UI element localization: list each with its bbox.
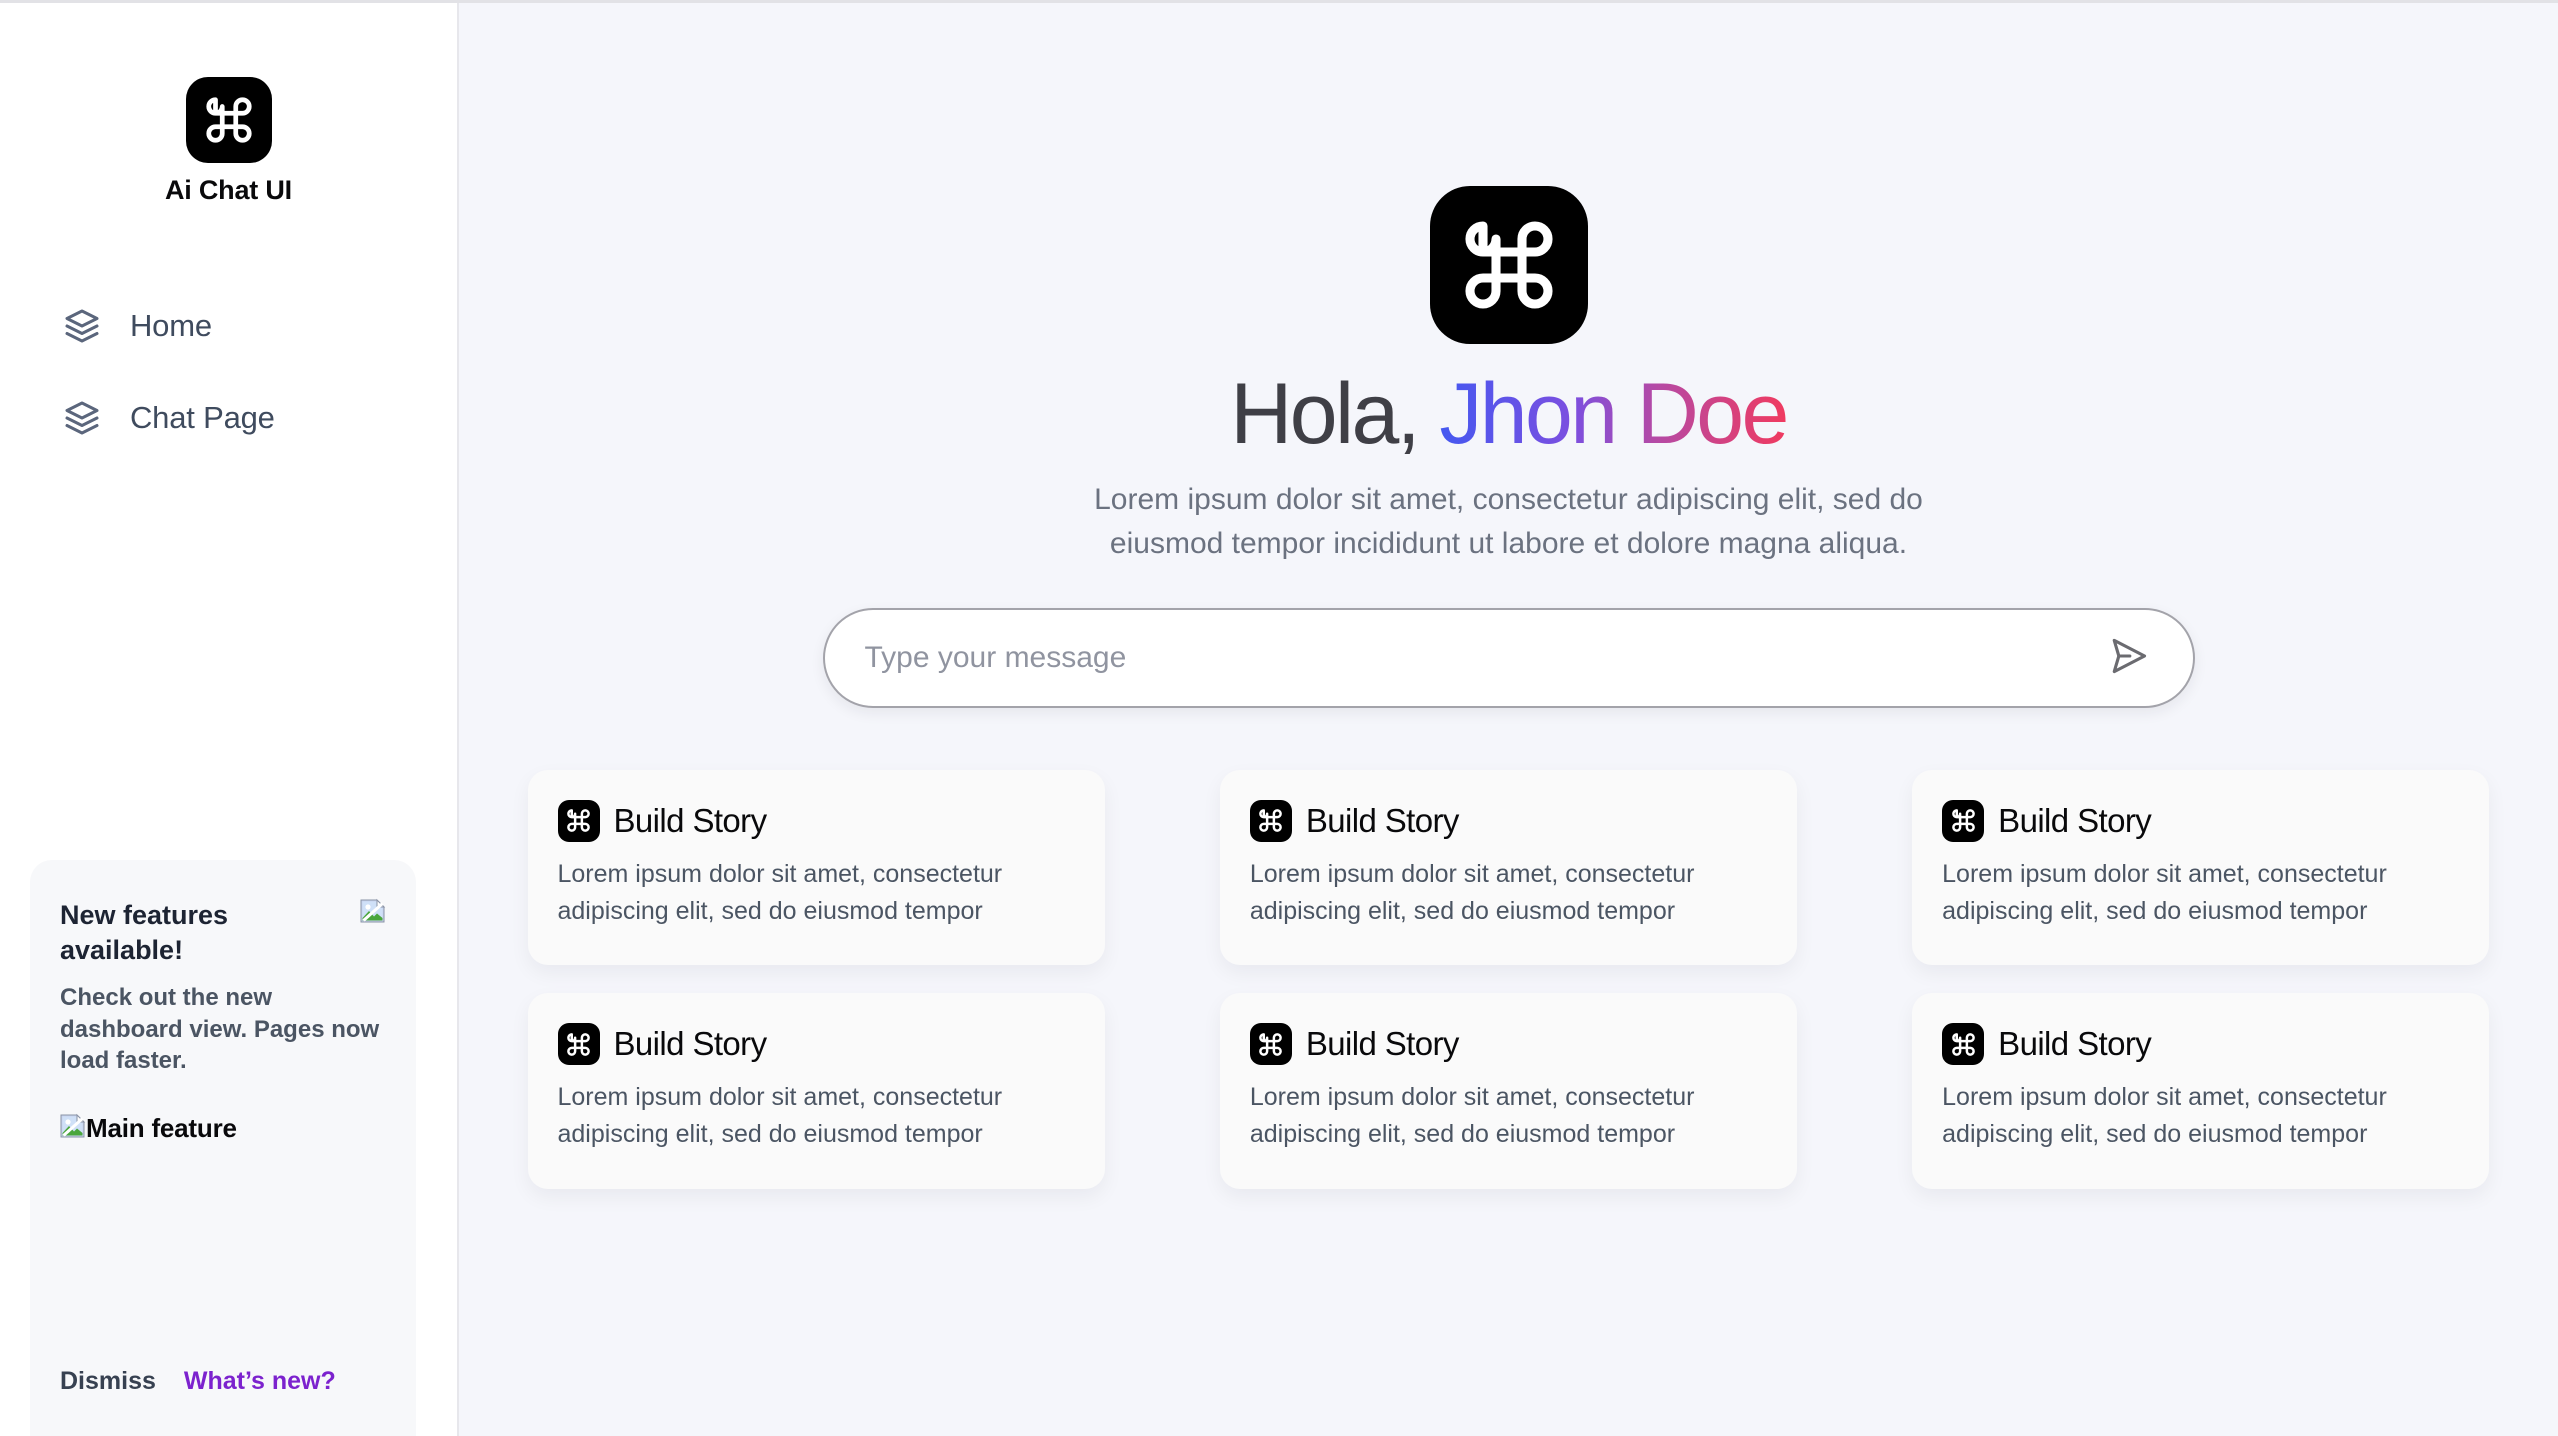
card-description: Lorem ipsum dolor sit amet, consectetur … bbox=[557, 1083, 1003, 1149]
whats-new-link[interactable]: What’s new? bbox=[184, 1367, 336, 1396]
send-button[interactable] bbox=[2099, 629, 2157, 687]
card-description: Lorem ipsum dolor sit amet, consectetur … bbox=[1249, 859, 1695, 925]
send-icon bbox=[2106, 634, 2150, 681]
promo-actions: Dismiss What’s new? bbox=[60, 1367, 386, 1396]
card-title: Build Story bbox=[1305, 1025, 1460, 1063]
app-root: Ai Chat UI Home Chat Page New features a… bbox=[0, 3, 2558, 1436]
suggestion-card[interactable]: Build Story Lorem ipsum dolor sit amet, … bbox=[1912, 769, 2490, 966]
command-icon bbox=[1429, 186, 1588, 344]
card-header: Build Story bbox=[1942, 799, 2459, 842]
card-description: Lorem ipsum dolor sit amet, consectetur … bbox=[1942, 859, 2387, 925]
card-header: Build Story bbox=[1249, 799, 1767, 842]
message-composer[interactable] bbox=[822, 607, 2195, 708]
command-icon bbox=[557, 1023, 600, 1066]
card-header: Build Story bbox=[557, 1023, 1075, 1066]
dismiss-button[interactable]: Dismiss bbox=[60, 1367, 156, 1396]
promo-card: New features available! Check out the ne… bbox=[30, 860, 416, 1436]
message-input[interactable] bbox=[846, 640, 2099, 675]
card-description: Lorem ipsum dolor sit amet, consectetur … bbox=[557, 859, 1003, 925]
card-description: Lorem ipsum dolor sit amet, consectetur … bbox=[1942, 1083, 2387, 1149]
promo-media-alt-text: Main feature bbox=[86, 1113, 237, 1144]
command-icon bbox=[557, 799, 600, 842]
command-icon bbox=[1249, 799, 1292, 842]
suggestion-card[interactable]: Build Story Lorem ipsum dolor sit amet, … bbox=[527, 769, 1105, 966]
card-header: Build Story bbox=[1249, 1023, 1767, 1066]
sidebar-item-chat-page[interactable]: Chat Page bbox=[0, 398, 457, 438]
card-title: Build Story bbox=[1998, 1025, 2152, 1063]
suggestion-card[interactable]: Build Story Lorem ipsum dolor sit amet, … bbox=[1219, 993, 1798, 1189]
layers-icon bbox=[62, 306, 102, 346]
card-title: Build Story bbox=[613, 801, 768, 839]
command-icon bbox=[1942, 799, 1985, 842]
sidebar-item-label: Chat Page bbox=[130, 400, 275, 435]
sidebar-item-home[interactable]: Home bbox=[0, 306, 457, 346]
suggestion-card-grid: Build Story Lorem ipsum dolor sit amet, … bbox=[527, 769, 2490, 1189]
card-header: Build Story bbox=[1942, 1023, 2459, 1066]
suggestion-card[interactable]: Build Story Lorem ipsum dolor sit amet, … bbox=[527, 993, 1105, 1189]
card-title: Build Story bbox=[1998, 801, 2152, 839]
sidebar-item-label: Home bbox=[130, 308, 212, 343]
command-icon bbox=[185, 77, 272, 163]
promo-header: New features available! bbox=[60, 898, 386, 967]
promo-title: New features available! bbox=[60, 900, 229, 965]
card-header: Build Story bbox=[557, 799, 1075, 842]
suggestion-card[interactable]: Build Story Lorem ipsum dolor sit amet, … bbox=[1912, 993, 2490, 1189]
card-title: Build Story bbox=[613, 1025, 768, 1063]
sidebar-nav: Home Chat Page bbox=[0, 306, 457, 438]
layers-icon bbox=[62, 398, 102, 438]
promo-body: Check out the new dashboard view. Pages … bbox=[60, 984, 380, 1075]
sidebar: Ai Chat UI Home Chat Page New features a… bbox=[0, 3, 459, 1436]
page-subtitle: Lorem ipsum dolor sit amet, consectetur … bbox=[1094, 483, 1923, 561]
card-title: Build Story bbox=[1305, 801, 1460, 839]
page-title: Hola, Jhon Doe bbox=[1230, 366, 1789, 462]
greeting-username: Jhon Doe bbox=[1439, 366, 1789, 462]
broken-image-icon bbox=[60, 1113, 86, 1144]
suggestion-card[interactable]: Build Story Lorem ipsum dolor sit amet, … bbox=[1219, 769, 1798, 966]
card-description: Lorem ipsum dolor sit amet, consectetur … bbox=[1249, 1083, 1695, 1149]
promo-media: Main feature bbox=[60, 1113, 386, 1144]
command-icon bbox=[1249, 1023, 1292, 1066]
greeting-static: Hola, bbox=[1230, 366, 1440, 462]
brand-name: Ai Chat UI bbox=[164, 175, 292, 205]
main-content: Hola, Jhon Doe Lorem ipsum dolor sit ame… bbox=[459, 3, 2558, 1436]
command-icon bbox=[1942, 1023, 1985, 1066]
brand[interactable]: Ai Chat UI bbox=[0, 77, 457, 206]
broken-image-icon bbox=[360, 898, 386, 929]
